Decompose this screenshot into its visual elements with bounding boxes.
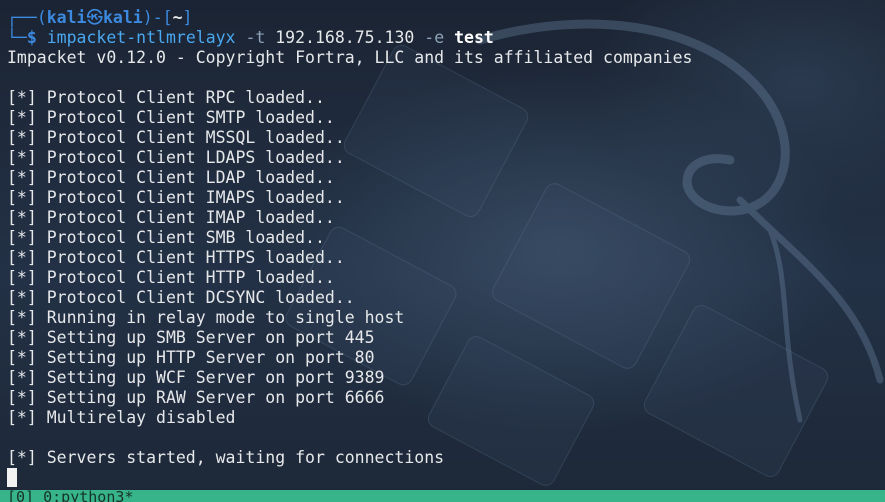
prompt-symbol: $ xyxy=(26,28,37,47)
servers-started-line: [*] Servers started, waiting for connect… xyxy=(7,448,445,467)
tmux-status-bar[interactable]: [0] 0:python3* xyxy=(0,490,885,502)
prompt-dir-open: [ xyxy=(162,8,173,27)
prompt-corner-bottom: └─ xyxy=(7,28,27,47)
kali-skull-icon: ㉿ xyxy=(86,8,104,27)
tmux-window-label[interactable]: [0] 0:python3* xyxy=(7,490,133,502)
banner-line: Impacket v0.12.0 - Copyright Fortra, LLC… xyxy=(7,48,693,67)
prompt-line-top: ┌──(kali㉿kali)-[~] xyxy=(7,8,885,28)
output-line: [*] Setting up WCF Server on port 9389 xyxy=(7,368,385,387)
prompt-open-paren: ( xyxy=(36,8,47,27)
command-flag-t: -t xyxy=(245,28,266,47)
prompt-user: kali xyxy=(46,8,87,27)
prompt-corner-top: ┌── xyxy=(7,8,37,27)
output-line: [*] Setting up RAW Server on port 6666 xyxy=(7,388,385,407)
output-line: [*] Protocol Client SMTP loaded.. xyxy=(7,108,335,127)
terminal-cursor[interactable] xyxy=(7,468,17,487)
command-target: 192.168.75.130 xyxy=(275,28,415,47)
output-line: [*] Protocol Client DCSYNC loaded.. xyxy=(7,288,355,307)
terminal-output[interactable]: ┌──(kali㉿kali)-[~] └─$ impacket-ntlmrela… xyxy=(7,8,885,488)
cursor-line[interactable] xyxy=(7,468,885,488)
output-line: [*] Protocol Client HTTPS loaded.. xyxy=(7,248,345,267)
output-line: [*] Protocol Client MSSQL loaded.. xyxy=(7,128,345,147)
output-line: [*] Protocol Client LDAP loaded.. xyxy=(7,168,335,187)
command-name: impacket-ntlmrelayx xyxy=(46,28,236,47)
output-line: [*] Protocol Client RPC loaded.. xyxy=(7,88,325,107)
command-line: └─$ impacket-ntlmrelayx -t 192.168.75.13… xyxy=(7,28,885,48)
command-flag-e: -e xyxy=(424,28,445,47)
prompt-host: kali xyxy=(103,8,143,27)
output-line: [*] Running in relay mode to single host xyxy=(7,308,405,327)
output-line: [*] Protocol Client IMAP loaded.. xyxy=(7,208,335,227)
output-line: [*] Multirelay disabled xyxy=(7,408,236,427)
output-line: [*] Protocol Client LDAPS loaded.. xyxy=(7,148,345,167)
output-line: [*] Setting up SMB Server on port 445 xyxy=(7,328,375,347)
output-line: [*] Protocol Client HTTP loaded.. xyxy=(7,268,335,287)
output-line: [*] Protocol Client SMB loaded.. xyxy=(7,228,325,247)
prompt-dir-close: ] xyxy=(182,8,193,27)
output-line: [*] Setting up HTTP Server on port 80 xyxy=(7,348,375,367)
output-line: [*] Protocol Client IMAPS loaded.. xyxy=(7,188,345,207)
prompt-directory: ~ xyxy=(172,8,183,27)
prompt-close-paren: ) xyxy=(142,8,153,27)
prompt-dash: - xyxy=(152,8,163,27)
command-exe: test xyxy=(454,28,494,47)
